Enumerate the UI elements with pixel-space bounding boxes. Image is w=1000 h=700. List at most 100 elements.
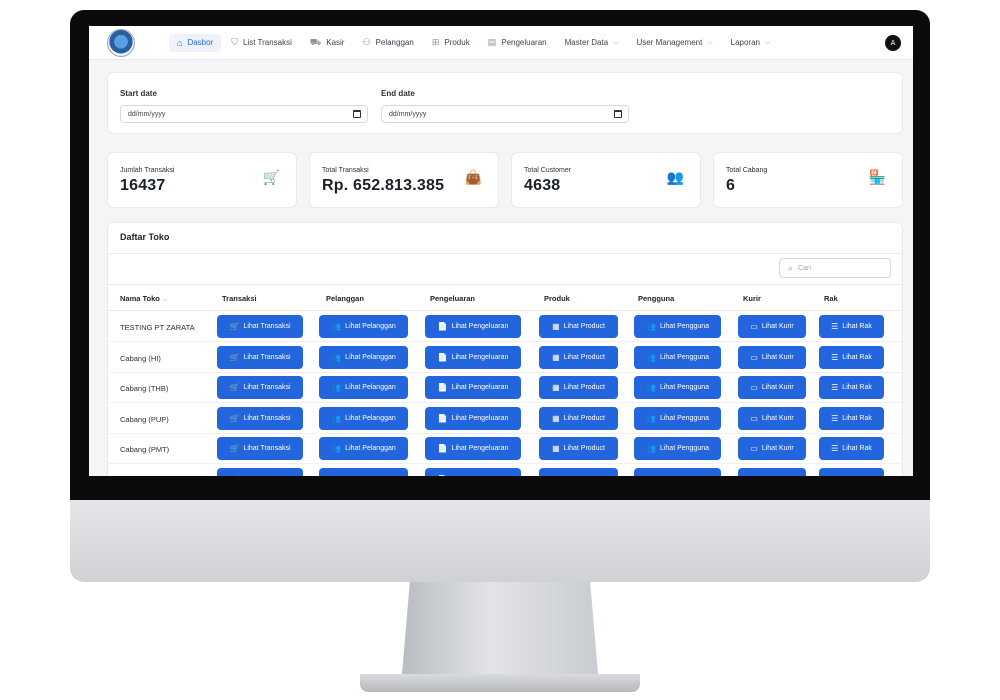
nav-item-produk[interactable]: ⊞ Produk <box>424 33 478 52</box>
lihat-pelanggan-button[interactable]: 👥Lihat Pelanggan <box>319 467 408 476</box>
lihat-pengeluaran-button[interactable]: 📄Lihat Pengeluaran <box>425 345 521 369</box>
lihat-pengguna-button[interactable]: 👥Lihat Pengguna <box>634 437 721 460</box>
lihat-pengeluaran-button[interactable]: 📄Lihat Pengeluaran <box>425 315 521 338</box>
button-icon: ☰ <box>831 444 839 453</box>
lihat-pengeluaran-button[interactable]: 📄 Lihat Pengeluaran <box>425 467 521 477</box>
lihat-pelanggan-button[interactable]: 👥Lihat Pelanggan <box>319 406 408 430</box>
lihat-rak-button[interactable]: ☰Lihat Rak <box>819 376 884 399</box>
lihat-pelanggan-button[interactable]: 👥Lihat Pelanggan <box>319 315 408 338</box>
lihat-pengeluaran-button[interactable]: 📄Lihat Pengeluaran <box>425 406 521 430</box>
lihat-product-button[interactable]: ▦Lihat Product <box>539 315 618 338</box>
button-label: Lihat Kurir <box>761 384 794 391</box>
button-label: Lihat Pelanggan <box>345 323 396 330</box>
stat-label: Total Transaksi <box>322 167 369 174</box>
sort-icon[interactable]: ⌵ <box>163 297 168 303</box>
button-label: Lihat Kurir <box>761 323 794 330</box>
button-label: Lihat Rak <box>842 476 872 477</box>
button-label: Lihat Pelanggan <box>345 353 396 361</box>
lihat-rak-button[interactable]: ☰Lihat Rak <box>819 315 884 338</box>
nav-item-user-management[interactable]: User Management ⌵ <box>629 34 721 51</box>
lihat-pelanggan-button[interactable]: 👥Lihat Pelanggan <box>319 345 408 369</box>
lihat-rak-button[interactable]: ☰Lihat Rak <box>819 437 884 460</box>
button-icon: 🛒 <box>229 444 240 453</box>
end-date-input[interactable]: dd/mm/yyyy <box>381 105 629 123</box>
lihat-pengguna-button[interactable]: 👥Lihat Pengguna <box>634 467 721 476</box>
calendar-icon[interactable] <box>614 110 622 118</box>
lihat-kurir-button[interactable]: ▭Lihat Kurir <box>738 345 806 369</box>
button-label: Lihat Pengguna <box>659 445 709 452</box>
search-input[interactable]: ⌕ Cari <box>779 258 891 278</box>
nav-item-dasbor[interactable]: ⌂ Dasbor <box>169 33 222 52</box>
button-icon: 🛒 <box>229 352 240 362</box>
lihat-product-button[interactable]: ▦Lihat Product <box>539 376 618 399</box>
button-label: Lihat Transaksi <box>243 476 290 477</box>
table-row: Cabang (PMT) 🛒 Lihat Transaksi 👥 Lihat Pelan… <box>108 434 902 464</box>
button-label: Lihat Pelanggan <box>345 445 396 452</box>
user-avatar[interactable]: A <box>885 35 901 51</box>
button-label: Lihat Product <box>563 323 605 330</box>
button-label: Lihat Pengeluaran <box>452 476 509 477</box>
nav-item-laporan[interactable]: Laporan ⌵ <box>723 34 779 51</box>
button-label: Lihat Transaksi <box>243 353 291 361</box>
nav-item-pengeluaran[interactable]: ▤ Pengeluaran <box>480 33 555 52</box>
button-icon: 👥 <box>331 413 342 423</box>
top-navbar: ⌂ Dasbor ⛉ List Transaksi ⛟ Kasir ⚇ Pelanggan ⊞ P… <box>89 26 913 60</box>
button-icon: ▦ <box>552 413 560 423</box>
table-header: Nama Toko ⌵ Transaksi Pelanggan Pengeluaran P… <box>108 284 902 311</box>
end-date-placeholder: dd/mm/yyyy <box>389 110 427 118</box>
app-logo[interactable] <box>107 28 135 57</box>
lihat-rak-button[interactable]: ☰Lihat Rak <box>819 345 884 369</box>
lihat-transaksi-button[interactable]: 🛒Lihat Transaksi <box>217 376 303 399</box>
button-icon: ☰ <box>831 322 839 331</box>
nav-item-kasir[interactable]: ⛟ Kasir <box>302 33 353 53</box>
lihat-transaksi-button[interactable]: 🛒Lihat Transaksi <box>217 467 303 477</box>
lihat-kurir-button[interactable]: ▭Lihat Kurir <box>738 315 806 338</box>
stat-value: 16437 <box>120 177 166 194</box>
lihat-pengguna-button[interactable]: 👥Lihat Pengguna <box>634 315 721 338</box>
users-icon: 👥 <box>666 169 684 185</box>
cart-icon: ⛟ <box>309 36 322 47</box>
lihat-pengguna-button[interactable]: 👥Lihat Pengguna <box>634 376 721 399</box>
button-label: Lihat Product <box>563 414 605 422</box>
button-label: Lihat Pengeluaran <box>451 353 509 361</box>
lihat-transaksi-button[interactable]: 🛒Lihat Transaksi <box>217 315 303 338</box>
nav-item-pelanggan[interactable]: ⚇ Pelanggan <box>354 33 421 52</box>
calendar-icon[interactable] <box>353 110 361 118</box>
lihat-product-button[interactable]: ▦Lihat Product <box>539 467 618 477</box>
lihat-kurir-button[interactable]: ▭Lihat Kurir <box>738 467 806 476</box>
start-date-label: Start date <box>120 89 157 98</box>
nav-item-master-data[interactable]: Master Data ⌵ <box>557 34 627 51</box>
lihat-pengguna-button[interactable]: 👥Lihat Pengguna <box>634 406 721 430</box>
column-header[interactable]: Nama Toko ⌵ <box>120 294 167 304</box>
lihat-transaksi-button[interactable]: 🛒Lihat Transaksi <box>217 345 303 369</box>
lihat-transaksi-button[interactable]: 🛒Lihat Transaksi <box>217 406 303 430</box>
column-header: Pengguna <box>638 294 674 303</box>
lihat-product-button[interactable]: ▦Lihat Product <box>539 437 618 460</box>
end-date-label: End date <box>381 89 415 98</box>
lihat-kurir-button[interactable]: ▭Lihat Kurir <box>738 376 806 399</box>
lihat-product-button[interactable]: ▦Lihat Product <box>539 345 618 369</box>
search-placeholder: Cari <box>798 264 811 272</box>
button-icon: 📄 <box>438 475 448 477</box>
lihat-pelanggan-button[interactable]: 👥Lihat Pelanggan <box>319 437 408 460</box>
lihat-pengeluaran-button[interactable]: 📄Lihat Pengeluaran <box>425 437 521 460</box>
start-date-input[interactable]: dd/mm/yyyy <box>120 105 368 123</box>
button-icon: ▦ <box>552 444 560 453</box>
lihat-product-button[interactable]: ▦Lihat Product <box>539 406 618 430</box>
lihat-kurir-button[interactable]: ▭Lihat Kurir <box>738 437 806 460</box>
stat-label: Jumlah Transaksi <box>120 167 175 174</box>
nav-item-list-transaksi[interactable]: ⛉ List Transaksi <box>223 33 300 52</box>
column-header-label: Nama Toko <box>120 294 160 303</box>
button-icon: 📄 <box>437 444 448 453</box>
table-row: Cabang (HI) 🛒 Lihat Transaksi 👥 Lihat Pelang… <box>108 343 902 373</box>
lihat-pengguna-button[interactable]: 👥Lihat Pengguna <box>634 345 721 369</box>
lihat-rak-button[interactable]: ☰Lihat Rak <box>819 467 884 477</box>
column-header-label: Produk <box>544 294 570 303</box>
button-label: Lihat Product <box>564 476 605 477</box>
lihat-transaksi-button[interactable]: 🛒Lihat Transaksi <box>217 437 303 460</box>
lihat-rak-button[interactable]: ☰Lihat Rak <box>819 406 884 430</box>
lihat-pengeluaran-button[interactable]: 📄Lihat Pengeluaran <box>425 376 521 399</box>
lihat-kurir-button[interactable]: ▭Lihat Kurir <box>738 406 806 430</box>
monitor-chin <box>70 500 930 582</box>
lihat-pelanggan-button[interactable]: 👥Lihat Pelanggan <box>319 376 408 399</box>
